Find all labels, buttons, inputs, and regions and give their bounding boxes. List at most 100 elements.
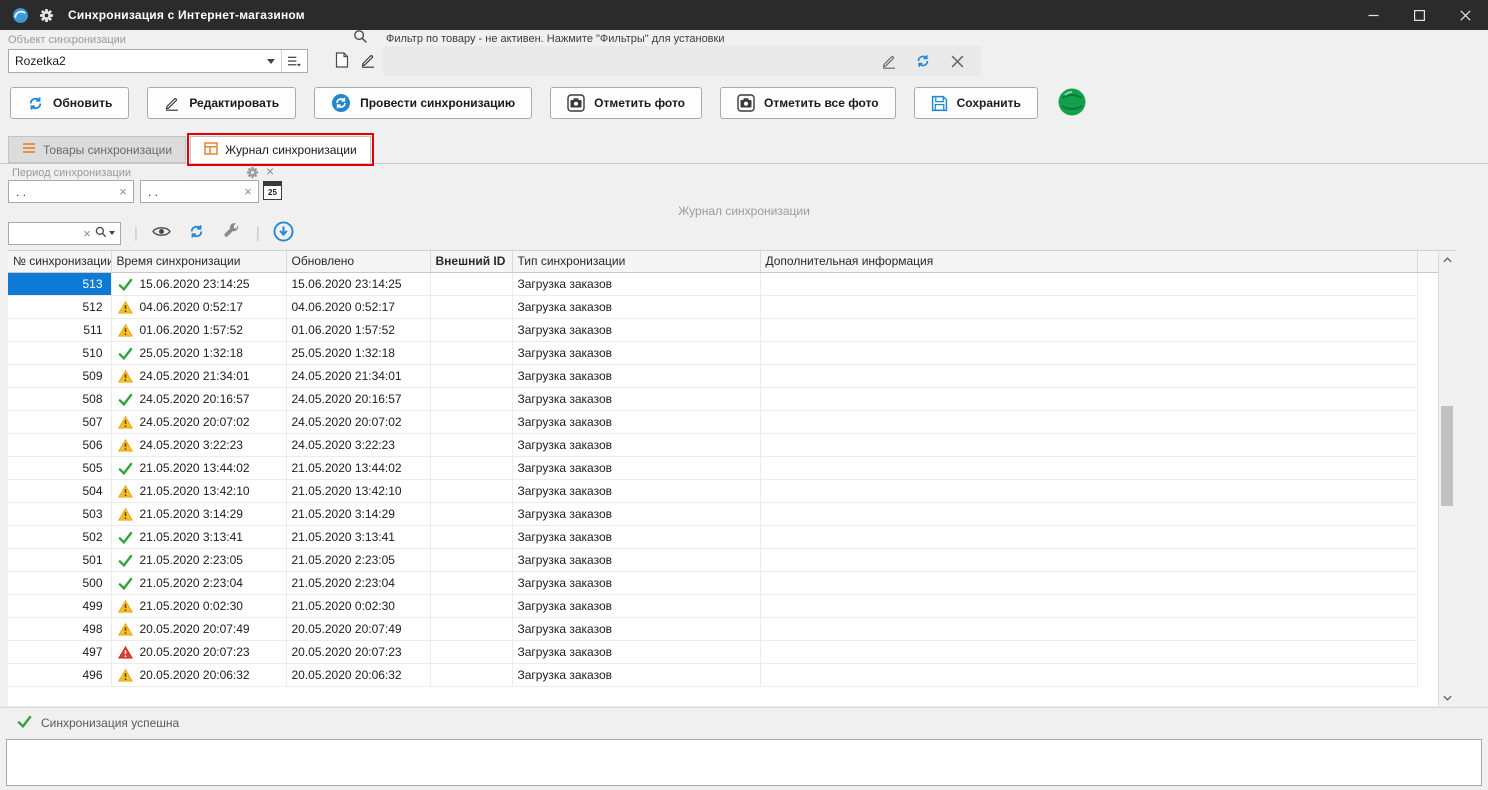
refresh-button[interactable]: Обновить (10, 87, 129, 119)
table-row[interactable]: 50421.05.2020 13:42:1021.05.2020 13:42:1… (8, 479, 1438, 502)
table-row[interactable]: 49720.05.2020 20:07:2320.05.2020 20:07:2… (8, 640, 1438, 663)
refresh-filter-icon[interactable] (913, 51, 933, 71)
cell-sync-type[interactable]: Загрузка заказов (512, 594, 760, 617)
cell-sync-number[interactable]: 498 (8, 617, 111, 640)
cell-sync-type[interactable]: Загрузка заказов (512, 456, 760, 479)
cell-sync-time[interactable]: 21.05.2020 13:42:10 (111, 479, 286, 502)
table-row[interactable]: 49620.05.2020 20:06:3220.05.2020 20:06:3… (8, 663, 1438, 686)
cell-external-id[interactable] (430, 502, 512, 525)
col-sync-time[interactable]: Время синхронизации (111, 251, 286, 272)
cell-external-id[interactable] (430, 272, 512, 295)
cell-sync-time[interactable]: 20.05.2020 20:06:32 (111, 663, 286, 686)
col-external-id[interactable]: Внешний ID (430, 251, 512, 272)
cell-sync-number[interactable]: 497 (8, 640, 111, 663)
period-settings-gear-icon[interactable] (246, 166, 260, 180)
cell-sync-number[interactable]: 507 (8, 410, 111, 433)
service-button[interactable] (221, 222, 243, 244)
cell-external-id[interactable] (430, 318, 512, 341)
table-row[interactable]: 50724.05.2020 20:07:0224.05.2020 20:07:0… (8, 410, 1438, 433)
scroll-up-icon[interactable] (1439, 251, 1455, 268)
period-close-icon[interactable]: × (266, 163, 274, 179)
cell-sync-type[interactable]: Загрузка заказов (512, 548, 760, 571)
cell-external-id[interactable] (430, 410, 512, 433)
cell-external-id[interactable] (430, 548, 512, 571)
clear-date-from-icon[interactable]: × (113, 184, 133, 199)
cell-sync-number[interactable]: 510 (8, 341, 111, 364)
cell-sync-number[interactable]: 508 (8, 387, 111, 410)
cell-external-id[interactable] (430, 341, 512, 364)
cell-updated[interactable]: 21.05.2020 2:23:05 (286, 548, 430, 571)
view-button[interactable] (151, 222, 173, 244)
cell-updated[interactable]: 21.05.2020 3:13:41 (286, 525, 430, 548)
cell-updated[interactable]: 21.05.2020 13:44:02 (286, 456, 430, 479)
tab-sync-products[interactable]: Товары синхронизации (8, 136, 186, 163)
cell-sync-type[interactable]: Загрузка заказов (512, 502, 760, 525)
save-button[interactable]: Сохранить (914, 87, 1038, 119)
cell-updated[interactable]: 24.05.2020 3:22:23 (286, 433, 430, 456)
clear-filter-icon[interactable] (947, 51, 967, 71)
cell-sync-time[interactable]: 21.05.2020 2:23:04 (111, 571, 286, 594)
cell-sync-number[interactable]: 506 (8, 433, 111, 456)
cell-extra-info[interactable] (760, 341, 1417, 364)
clear-date-to-icon[interactable]: × (238, 184, 258, 199)
cell-extra-info[interactable] (760, 433, 1417, 456)
close-button[interactable] (1442, 0, 1488, 30)
cell-sync-time[interactable]: 20.05.2020 20:07:23 (111, 640, 286, 663)
cell-external-id[interactable] (430, 594, 512, 617)
cell-sync-number[interactable]: 501 (8, 548, 111, 571)
cell-sync-number[interactable]: 503 (8, 502, 111, 525)
edit-button[interactable]: Редактировать (147, 87, 296, 119)
table-row[interactable]: 51204.06.2020 0:52:1704.06.2020 0:52:17З… (8, 295, 1438, 318)
cell-extra-info[interactable] (760, 502, 1417, 525)
cell-extra-info[interactable] (760, 387, 1417, 410)
table-row[interactable]: 51315.06.2020 23:14:2515.06.2020 23:14:2… (8, 272, 1438, 295)
run-sync-button[interactable]: Провести синхронизацию (314, 87, 532, 119)
cell-external-id[interactable] (430, 479, 512, 502)
cell-external-id[interactable] (430, 387, 512, 410)
cell-sync-time[interactable]: 01.06.2020 1:57:52 (111, 318, 286, 341)
table-row[interactable]: 50624.05.2020 3:22:2324.05.2020 3:22:23З… (8, 433, 1438, 456)
tab-sync-journal[interactable]: Журнал синхронизации (190, 136, 371, 163)
col-sync-type[interactable]: Тип синхронизации (512, 251, 760, 272)
cell-sync-time[interactable]: 21.05.2020 13:44:02 (111, 456, 286, 479)
table-row[interactable]: 50924.05.2020 21:34:0124.05.2020 21:34:0… (8, 364, 1438, 387)
cell-extra-info[interactable] (760, 295, 1417, 318)
store-status-button[interactable] (1056, 87, 1088, 119)
cell-sync-time[interactable]: 20.05.2020 20:07:49 (111, 617, 286, 640)
date-to-field[interactable]: . . × (140, 180, 259, 203)
clear-search-icon[interactable]: × (79, 226, 95, 241)
choice-list-icon[interactable] (281, 50, 307, 72)
search-object-button[interactable] (350, 28, 370, 48)
load-orders-button[interactable] (273, 222, 295, 244)
table-row[interactable]: 51025.05.2020 1:32:1825.05.2020 1:32:18З… (8, 341, 1438, 364)
cell-external-id[interactable] (430, 617, 512, 640)
cell-sync-type[interactable]: Загрузка заказов (512, 318, 760, 341)
cell-extra-info[interactable] (760, 479, 1417, 502)
col-sync-number[interactable]: № синхронизации (8, 251, 111, 272)
cell-sync-time[interactable]: 21.05.2020 2:23:05 (111, 548, 286, 571)
scrollbar-thumb[interactable] (1441, 406, 1453, 506)
cell-sync-number[interactable]: 504 (8, 479, 111, 502)
cell-extra-info[interactable] (760, 571, 1417, 594)
cell-extra-info[interactable] (760, 663, 1417, 686)
cell-sync-time[interactable]: 15.06.2020 23:14:25 (111, 272, 286, 295)
cell-external-id[interactable] (430, 525, 512, 548)
cell-sync-type[interactable]: Загрузка заказов (512, 387, 760, 410)
cell-sync-number[interactable]: 509 (8, 364, 111, 387)
cell-external-id[interactable] (430, 663, 512, 686)
cell-external-id[interactable] (430, 295, 512, 318)
cell-sync-number[interactable]: 512 (8, 295, 111, 318)
cell-sync-time[interactable]: 24.05.2020 20:16:57 (111, 387, 286, 410)
refresh-journal-button[interactable] (186, 222, 208, 244)
cell-external-id[interactable] (430, 433, 512, 456)
cell-updated[interactable]: 21.05.2020 13:42:10 (286, 479, 430, 502)
cell-updated[interactable]: 24.05.2020 21:34:01 (286, 364, 430, 387)
cell-sync-type[interactable]: Загрузка заказов (512, 617, 760, 640)
cell-external-id[interactable] (430, 364, 512, 387)
cell-updated[interactable]: 21.05.2020 3:14:29 (286, 502, 430, 525)
table-row[interactable]: 50824.05.2020 20:16:5724.05.2020 20:16:5… (8, 387, 1438, 410)
cell-sync-number[interactable]: 499 (8, 594, 111, 617)
table-row[interactable]: 49921.05.2020 0:02:3021.05.2020 0:02:30З… (8, 594, 1438, 617)
cell-sync-type[interactable]: Загрузка заказов (512, 410, 760, 433)
cell-updated[interactable]: 21.05.2020 2:23:04 (286, 571, 430, 594)
